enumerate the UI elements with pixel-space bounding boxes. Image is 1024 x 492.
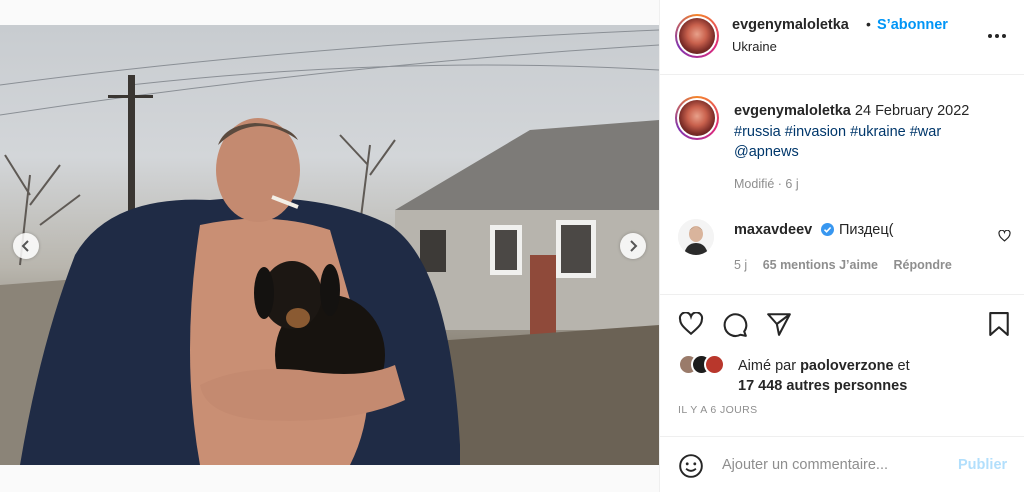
post-media-area [0, 0, 659, 492]
comment-like-button[interactable] [998, 229, 1011, 247]
commenter-avatar-image [678, 219, 714, 255]
separator-dot: • [866, 16, 871, 32]
save-button[interactable] [988, 312, 1010, 341]
more-icon [988, 34, 992, 38]
commenter-username[interactable]: maxavdeev [734, 222, 812, 238]
author-avatar[interactable] [675, 14, 719, 58]
likes-count[interactable]: 17 448 autres personnes [738, 378, 907, 394]
likes-summary: Aimé par paoloverzone et 17 448 autres p… [738, 356, 1018, 396]
photo-illustration [0, 29, 659, 465]
caption-meta: Modifié · 6 j [734, 177, 799, 191]
post-timestamp[interactable]: IL Y A 6 JOURS [678, 404, 758, 416]
post-details-panel: evgenymaloletka • S’abonner Ukraine evge… [659, 0, 1024, 492]
reply-button[interactable]: Répondre [894, 258, 952, 272]
post-header: evgenymaloletka • S’abonner Ukraine [660, 0, 1024, 75]
post-photo[interactable] [0, 25, 659, 465]
commenter-avatar[interactable] [678, 219, 714, 255]
post-caption: evgenymaloletka 24 February 2022 #russia… [734, 101, 1014, 163]
comment-age: 5 j [734, 258, 748, 272]
follow-button[interactable]: S’abonner [877, 17, 948, 33]
next-slide-button[interactable] [620, 233, 646, 259]
chevron-left-icon [21, 240, 29, 252]
share-icon [767, 313, 791, 336]
bookmark-icon [989, 312, 1009, 336]
comment-button[interactable] [722, 312, 748, 343]
comment-meta: 5 j 65 mentions J’aime Répondre [734, 258, 964, 272]
comment-input[interactable] [722, 453, 942, 477]
post-location[interactable]: Ukraine [732, 39, 777, 54]
comment-likes-count[interactable]: 65 mentions J’aime [763, 258, 878, 272]
author-username[interactable]: evgenymaloletka [732, 17, 849, 33]
liked-by-user[interactable]: paoloverzone [800, 358, 893, 374]
likes-middle: et [893, 358, 910, 374]
post-actions-bar [660, 294, 1024, 354]
more-options-button[interactable] [985, 27, 1009, 45]
like-button[interactable] [678, 311, 704, 341]
caption-avatar[interactable] [675, 96, 719, 140]
heart-icon [998, 229, 1011, 242]
verified-icon [821, 223, 834, 236]
mention-link[interactable]: @apnews [734, 144, 799, 160]
hashtag-link[interactable]: #war [910, 124, 941, 140]
share-button[interactable] [766, 312, 792, 341]
chevron-right-icon [630, 240, 638, 252]
comment-text: Пиздец( [839, 222, 894, 238]
comment-composer: Publier [660, 436, 1024, 492]
likes-prefix: Aimé par [738, 358, 801, 374]
previous-slide-button[interactable] [13, 233, 39, 259]
emoji-button[interactable] [678, 453, 704, 484]
comment-icon [723, 313, 748, 337]
post-comment-button[interactable]: Publier [958, 457, 1007, 473]
caption-date: 24 February 2022 [854, 103, 970, 119]
emoji-icon [679, 454, 703, 478]
hashtag-link[interactable]: #russia [734, 124, 781, 140]
avatar [704, 354, 725, 375]
hashtag-link[interactable]: #ukraine [850, 124, 906, 140]
heart-icon [678, 311, 704, 336]
caption-username[interactable]: evgenymaloletka [734, 103, 851, 119]
hashtag-link[interactable]: #invasion [785, 124, 846, 140]
